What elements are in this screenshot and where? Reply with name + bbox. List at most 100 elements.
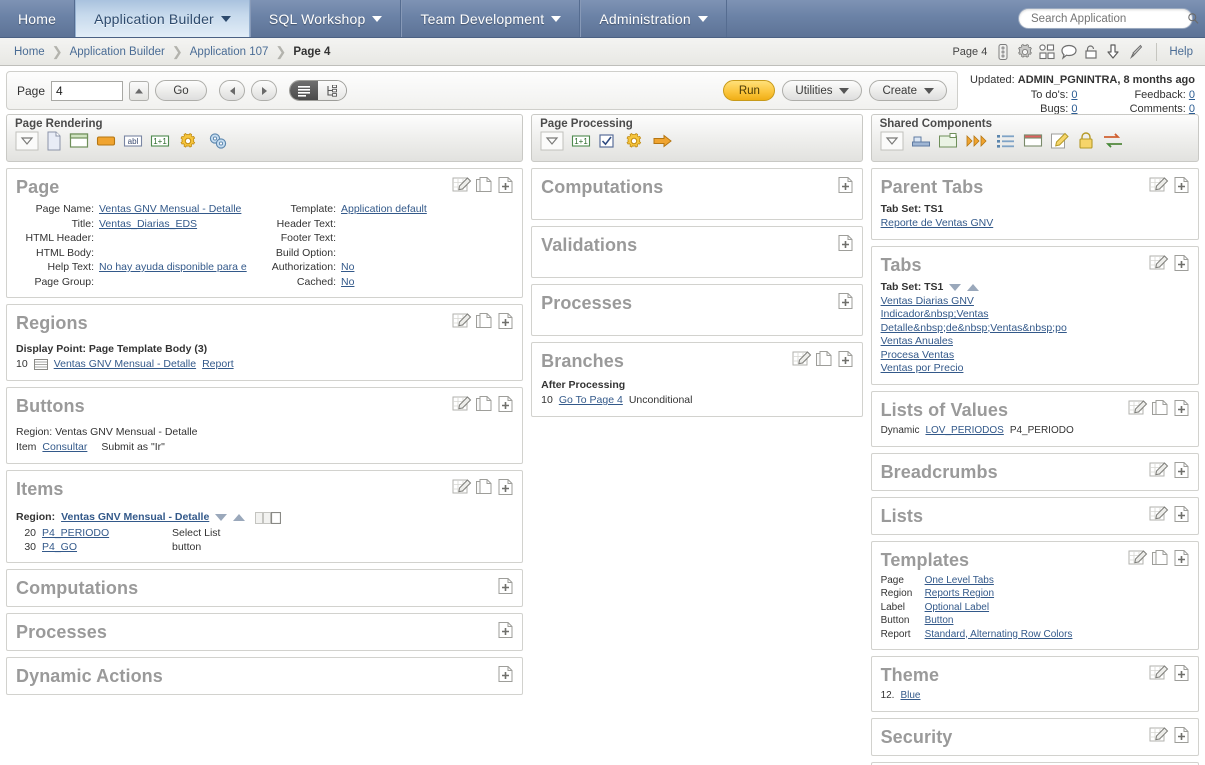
- breadcrumb-item-application-builder[interactable]: Application Builder: [70, 46, 165, 58]
- cached-value[interactable]: No: [341, 276, 354, 288]
- lov-icon[interactable]: [1023, 131, 1043, 151]
- edit-icon[interactable]: [1128, 399, 1148, 417]
- region-name[interactable]: Ventas GNV Mensual - Detalle: [54, 357, 196, 372]
- add-icon[interactable]: [496, 621, 514, 639]
- page-name-value[interactable]: Ventas GNV Mensual - Detalle: [99, 203, 241, 215]
- component-view-button[interactable]: [290, 81, 319, 100]
- edit-icon[interactable]: [452, 478, 472, 496]
- computation-1plus1-icon[interactable]: 1+1: [150, 131, 170, 151]
- breadcrumb-item-home[interactable]: Home: [14, 46, 45, 58]
- edit-icon[interactable]: [1149, 505, 1169, 523]
- collapse-triangle-icon[interactable]: [880, 131, 904, 151]
- breadcrumb-item-application-107[interactable]: Application 107: [190, 46, 269, 58]
- navigation-swap-icon[interactable]: [1102, 131, 1124, 151]
- edit-icon[interactable]: [452, 176, 472, 194]
- template-value[interactable]: Button: [925, 614, 1189, 628]
- edit-icon[interactable]: [1149, 664, 1169, 682]
- process-gear-icon[interactable]: [177, 131, 199, 151]
- traffic-light-icon[interactable]: [994, 43, 1012, 61]
- comment-icon[interactable]: [1060, 43, 1078, 61]
- add-icon[interactable]: [1172, 176, 1190, 194]
- tab-item[interactable]: Ventas Diarias GNV: [881, 295, 1189, 309]
- validation-check-icon[interactable]: [598, 131, 616, 151]
- template-value[interactable]: Optional Label: [925, 601, 1189, 615]
- search-input[interactable]: [1029, 11, 1187, 26]
- template-edit-icon[interactable]: [1050, 131, 1070, 151]
- nav-tab-administration[interactable]: Administration: [580, 0, 727, 37]
- sort-up-icon[interactable]: [233, 514, 246, 521]
- utilities-button[interactable]: Utilities: [782, 80, 863, 101]
- collapse-triangle-icon[interactable]: [15, 131, 39, 151]
- grid-icon[interactable]: [1038, 43, 1056, 61]
- authorization-value[interactable]: No: [341, 261, 354, 273]
- view-mode-toggle[interactable]: [289, 80, 348, 101]
- page-spinner-up-button[interactable]: [129, 80, 150, 101]
- add-icon[interactable]: [1172, 664, 1190, 682]
- gear-icon[interactable]: [1016, 43, 1034, 61]
- edit-icon[interactable]: [452, 395, 472, 413]
- template-value[interactable]: Application default: [341, 203, 427, 215]
- edit-icon[interactable]: [452, 312, 472, 330]
- feedback-value[interactable]: 0: [1189, 89, 1195, 101]
- tree-view-button[interactable]: [318, 81, 347, 100]
- add-icon[interactable]: [496, 478, 514, 496]
- theme-name[interactable]: Blue: [900, 688, 920, 703]
- run-button[interactable]: Run: [723, 80, 776, 101]
- todos-value[interactable]: 0: [1071, 89, 1077, 101]
- copy-icon[interactable]: [1151, 399, 1169, 417]
- branch-name[interactable]: Go To Page 4: [559, 393, 623, 408]
- item-name[interactable]: P4_PERIODO: [42, 526, 172, 540]
- next-page-button[interactable]: [251, 80, 278, 101]
- template-value[interactable]: Reports Region: [925, 587, 1189, 601]
- help-text-value[interactable]: No hay ayuda disponible para e: [99, 261, 247, 273]
- region-icon[interactable]: [69, 131, 89, 151]
- column-layout-icon[interactable]: [255, 511, 282, 524]
- item-name[interactable]: P4_GO: [42, 540, 172, 554]
- copy-icon[interactable]: [475, 176, 493, 194]
- go-button[interactable]: Go: [155, 80, 208, 101]
- template-value[interactable]: Standard, Alternating Row Colors: [925, 628, 1189, 642]
- computation-1plus1-icon[interactable]: 1+1: [571, 131, 591, 151]
- parent-tab-item[interactable]: Reporte de Ventas GNV: [881, 217, 1189, 231]
- previous-page-button[interactable]: [219, 80, 246, 101]
- add-icon[interactable]: [496, 577, 514, 595]
- brush-icon[interactable]: [1126, 43, 1144, 61]
- create-button[interactable]: Create: [869, 80, 947, 101]
- edit-icon[interactable]: [1128, 549, 1148, 567]
- add-icon[interactable]: [836, 234, 854, 252]
- add-icon[interactable]: [496, 176, 514, 194]
- add-icon[interactable]: [1172, 399, 1190, 417]
- nav-tab-application-builder[interactable]: Application Builder: [75, 0, 250, 37]
- add-icon[interactable]: [496, 312, 514, 330]
- edit-icon[interactable]: [1149, 461, 1169, 479]
- tab-item[interactable]: Ventas Anuales: [881, 335, 1189, 349]
- tab-item[interactable]: Indicador&nbsp;Ventas: [881, 308, 1189, 322]
- nav-tab-sql-workshop[interactable]: SQL Workshop: [249, 0, 402, 37]
- page-icon[interactable]: [46, 131, 62, 151]
- title-value[interactable]: Ventas_Diarias_EDS: [99, 218, 197, 230]
- items-region-name[interactable]: Ventas GNV Mensual - Detalle: [61, 510, 209, 525]
- template-value[interactable]: One Level Tabs: [925, 574, 1189, 588]
- download-icon[interactable]: [1104, 43, 1122, 61]
- add-icon[interactable]: [496, 395, 514, 413]
- edit-icon[interactable]: [1149, 254, 1169, 272]
- edit-icon[interactable]: [1149, 176, 1169, 194]
- add-icon[interactable]: [836, 292, 854, 310]
- breadcrumb-icon[interactable]: [965, 131, 989, 151]
- process-gear-icon[interactable]: [623, 131, 645, 151]
- add-icon[interactable]: [496, 665, 514, 683]
- security-lock-icon[interactable]: [1077, 131, 1095, 151]
- parent-tab-icon[interactable]: [938, 131, 958, 151]
- add-icon[interactable]: [1172, 254, 1190, 272]
- lock-icon[interactable]: [1082, 43, 1100, 61]
- region-type[interactable]: Report: [202, 357, 234, 372]
- add-icon[interactable]: [1172, 505, 1190, 523]
- lov-name[interactable]: LOV_PERIODOS: [925, 423, 1003, 438]
- copy-icon[interactable]: [815, 350, 833, 368]
- sort-down-icon[interactable]: [215, 514, 228, 521]
- sort-up-icon[interactable]: [967, 283, 980, 291]
- add-icon[interactable]: [1172, 726, 1190, 744]
- item-abl-icon[interactable]: abl: [123, 131, 143, 151]
- nav-tab-home[interactable]: Home: [0, 0, 76, 37]
- sort-down-icon[interactable]: [949, 283, 962, 291]
